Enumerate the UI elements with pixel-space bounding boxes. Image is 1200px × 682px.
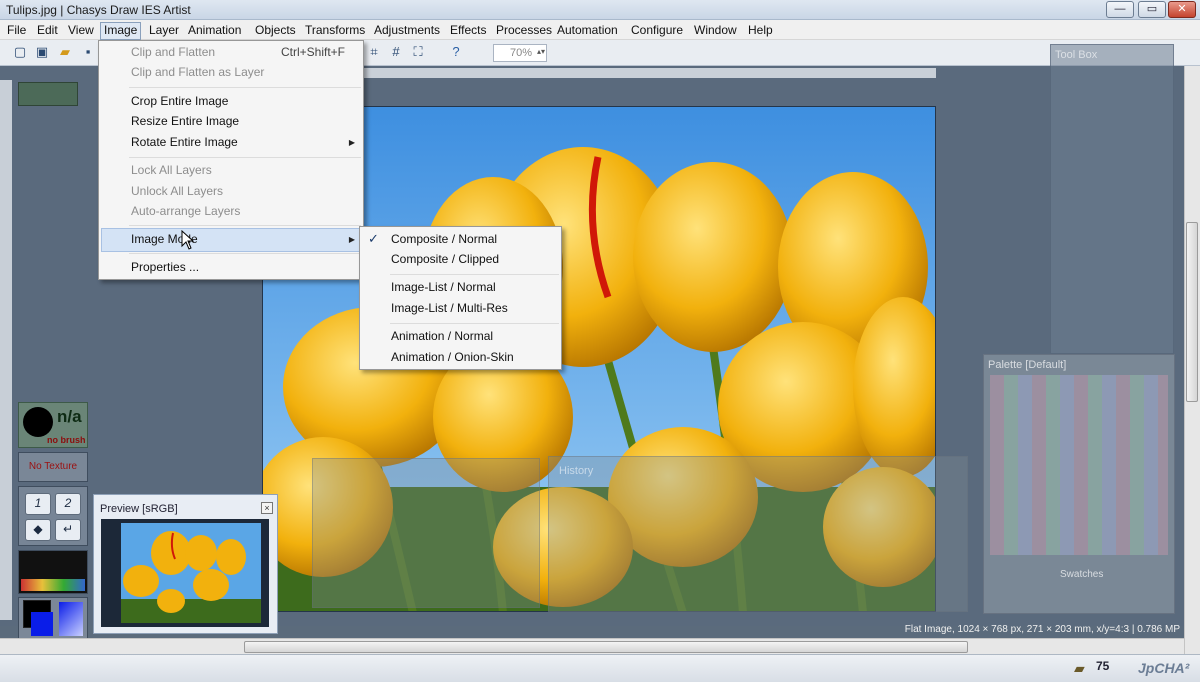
close-button[interactable]: ✕ — [1168, 1, 1196, 18]
mouse-cursor-icon — [181, 230, 195, 250]
palette-swatch-grid[interactable] — [990, 375, 1168, 555]
crop-grid-icon[interactable]: ⌗ — [366, 44, 382, 60]
menu-animation[interactable]: Animation — [185, 22, 244, 38]
task-icon[interactable]: ▰ — [1074, 660, 1085, 677]
menu-configure[interactable]: Configure — [628, 22, 686, 38]
open-window-icon[interactable]: ▣ — [34, 44, 50, 60]
submenu-arrow-icon: ▶ — [348, 235, 355, 244]
minimize-button[interactable]: — — [1106, 1, 1134, 18]
view-1-button[interactable]: 1 — [25, 493, 51, 515]
brush-panel[interactable]: n/a no brush — [18, 402, 88, 448]
save-icon[interactable]: ▪ — [80, 44, 96, 60]
image-menu-dropdown: Clip and Flatten Ctrl+Shift+F Clip and F… — [98, 40, 364, 280]
menu-crop-entire-image[interactable]: Crop Entire Image — [131, 91, 228, 111]
grid-icon[interactable]: # — [388, 44, 404, 60]
color-panel[interactable] — [18, 597, 88, 639]
gradient-swatch[interactable] — [59, 602, 83, 636]
menu-separator — [129, 157, 361, 158]
history-panel-title: History — [559, 465, 594, 477]
title-bar: Tulips.jpg | Chasys Draw IES Artist — ▭ … — [0, 0, 1200, 20]
menu-processes[interactable]: Processes — [493, 22, 555, 38]
menu-objects[interactable]: Objects — [252, 22, 299, 38]
status-text: Flat Image, 1024 × 768 px, 271 × 203 mm,… — [904, 624, 1180, 635]
view-2-button[interactable]: 2 — [55, 493, 81, 515]
mode-animation-onion-skin[interactable]: Animation / Onion-Skin — [391, 347, 514, 367]
histogram-panel — [18, 550, 88, 594]
histogram-bars — [21, 579, 85, 591]
menu-effects[interactable]: Effects — [447, 22, 489, 38]
menu-clip-and-flatten[interactable]: Clip and Flatten — [131, 42, 215, 62]
zoom-spinner-icon[interactable]: ▴▾ — [536, 44, 546, 60]
close-icon[interactable]: × — [261, 502, 273, 514]
menu-help[interactable]: Help — [745, 22, 776, 38]
help-icon[interactable]: ? — [448, 44, 464, 60]
menu-separator — [390, 274, 559, 275]
up-shape-icon[interactable]: ◆ — [25, 519, 51, 541]
image-mode-submenu: ✓ Composite / Normal Composite / Clipped… — [359, 226, 562, 370]
menu-separator — [390, 323, 559, 324]
brush-status: no brush — [47, 435, 86, 445]
brush-preview — [23, 407, 53, 437]
horizontal-scroll-thumb[interactable] — [244, 641, 968, 653]
task-counter: 75 — [1096, 659, 1110, 673]
menu-clip-and-flatten-as-layer[interactable]: Clip and Flatten as Layer — [131, 62, 264, 82]
menu-auto-arrange-layers[interactable]: Auto-arrange Layers — [131, 201, 240, 221]
menu-layer[interactable]: Layer — [146, 22, 182, 38]
checkmark-icon: ✓ — [368, 231, 379, 246]
mode-image-list-normal[interactable]: Image-List / Normal — [391, 277, 496, 297]
vertical-scroll-thumb[interactable] — [1186, 222, 1198, 402]
menu-image[interactable]: Image — [100, 22, 142, 40]
swatches-label[interactable]: Swatches — [1060, 569, 1103, 580]
nav-pad: 1 2 ◆ ↵ — [18, 486, 88, 546]
mode-image-list-multi-res[interactable]: Image-List / Multi-Res — [391, 298, 508, 318]
open-folder-icon[interactable]: ▰ — [57, 44, 73, 60]
menu-separator — [129, 253, 361, 254]
toolbox-title: Tool Box — [1055, 49, 1098, 61]
enter-icon[interactable]: ↵ — [55, 519, 81, 541]
preview-window: Preview [sRGB] × — [93, 494, 278, 634]
ruler-vertical — [0, 80, 12, 620]
mode-animation-normal[interactable]: Animation / Normal — [391, 326, 493, 346]
new-file-icon[interactable]: ▢ — [12, 44, 28, 60]
menu-separator — [129, 225, 361, 226]
fit-screen-icon[interactable]: ⛶ — [410, 44, 426, 60]
menu-automation[interactable]: Automation — [554, 22, 621, 38]
menu-properties[interactable]: Properties ... — [131, 257, 199, 277]
window-title: Tulips.jpg | Chasys Draw IES Artist — [6, 3, 191, 17]
secondary-color-swatch[interactable] — [31, 612, 53, 636]
submenu-arrow-icon: ▶ — [348, 138, 355, 147]
image-info-panel — [312, 458, 540, 608]
menu-adjustments[interactable]: Adjustments — [371, 22, 443, 38]
preview-tulips — [121, 523, 261, 623]
menu-separator — [129, 87, 361, 88]
preview-title: Preview [sRGB] — [100, 503, 178, 515]
mode-composite-clipped[interactable]: Composite / Clipped — [391, 249, 499, 269]
clip-and-flatten-shortcut: Ctrl+Shift+F — [280, 45, 345, 59]
menu-rotate-entire-image[interactable]: Rotate Entire Image — [131, 132, 238, 152]
maximize-button[interactable]: ▭ — [1138, 1, 1166, 18]
bottom-bar — [0, 654, 1200, 682]
brand-logo: JpCHA² — [1138, 660, 1190, 676]
mode-composite-normal[interactable]: Composite / Normal — [391, 229, 497, 249]
texture-button[interactable]: No Texture — [18, 452, 88, 482]
menu-window[interactable]: Window — [691, 22, 740, 38]
menu-view[interactable]: View — [65, 22, 97, 38]
palette-panel: Palette [Default] Swatches — [983, 354, 1175, 614]
menu-resize-entire-image[interactable]: Resize Entire Image — [131, 111, 239, 131]
palette-title: Palette [Default] — [988, 359, 1067, 371]
preview-thumbnail[interactable] — [101, 519, 269, 627]
layer-thumbnails[interactable] — [18, 82, 78, 106]
menu-transforms[interactable]: Transforms — [302, 22, 368, 38]
history-panel: History — [548, 456, 968, 612]
brush-name: n/a — [57, 407, 82, 426]
menu-bar: File Edit View Image Layer Animation Obj… — [0, 20, 1200, 40]
menu-file[interactable]: File — [4, 22, 29, 38]
toolbox-panel: Tool Box — [1050, 44, 1174, 354]
menu-edit[interactable]: Edit — [34, 22, 61, 38]
menu-unlock-all-layers[interactable]: Unlock All Layers — [131, 181, 223, 201]
menu-lock-all-layers[interactable]: Lock All Layers — [131, 160, 212, 180]
